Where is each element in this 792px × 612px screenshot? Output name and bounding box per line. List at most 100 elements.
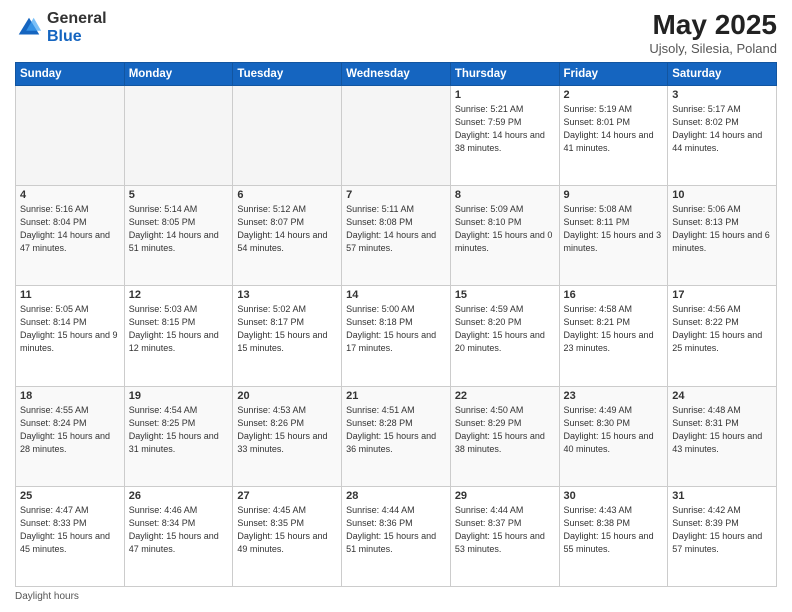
- calendar-week-row: 4 Sunrise: 5:16 AMSunset: 8:04 PMDaylight…: [16, 186, 777, 286]
- day-number: 30: [564, 490, 664, 502]
- day-number: 2: [564, 89, 664, 101]
- table-row: 11Sunrise: 5:05 AMSunset: 8:14 PMDayligh…: [16, 286, 125, 386]
- month-title: May 2025: [649, 10, 777, 41]
- footer: Daylight hours: [15, 591, 777, 602]
- day-info: Sunrise: 4:42 AMSunset: 8:39 PMDaylight:…: [672, 504, 772, 556]
- day-info: Sunrise: 5:11 AMSunset: 8:08 PMDaylight:…: [346, 203, 446, 255]
- table-row: [342, 85, 451, 185]
- day-number: 27: [237, 490, 337, 502]
- page: General Blue May 2025 Ujsoly, Silesia, P…: [0, 0, 792, 612]
- day-info: Sunrise: 4:44 AMSunset: 8:36 PMDaylight:…: [346, 504, 446, 556]
- day-info: Sunrise: 5:14 AMSunset: 8:05 PMDaylight:…: [129, 203, 229, 255]
- col-monday: Monday: [124, 62, 233, 85]
- day-number: 12: [129, 289, 229, 301]
- table-row: 13 Sunrise: 5:02 AMSunset: 8:17 PMDayligh…: [233, 286, 342, 386]
- day-info: Sunrise: 4:47 AMSunset: 8:33 PMDaylight:…: [20, 504, 120, 556]
- table-row: 27 Sunrise: 4:45 AMSunset: 8:35 PMDayligh…: [233, 486, 342, 586]
- day-info: Sunrise: 4:58 AMSunset: 8:21 PMDaylight:…: [564, 303, 664, 355]
- calendar-week-row: 1 Sunrise: 5:21 AMSunset: 7:59 PMDaylight…: [16, 85, 777, 185]
- table-row: 16Sunrise: 4:58 AMSunset: 8:21 PMDayligh…: [559, 286, 668, 386]
- calendar-table: Sunday Monday Tuesday Wednesday Thursday…: [15, 62, 777, 587]
- table-row: 7 Sunrise: 5:11 AMSunset: 8:08 PMDaylight…: [342, 186, 451, 286]
- logo-icon: [15, 14, 43, 42]
- day-number: 18: [20, 390, 120, 402]
- day-info: Sunrise: 4:55 AMSunset: 8:24 PMDaylight:…: [20, 404, 120, 456]
- day-info: Sunrise: 4:50 AMSunset: 8:29 PMDaylight:…: [455, 404, 555, 456]
- table-row: [233, 85, 342, 185]
- day-number: 6: [237, 189, 337, 201]
- day-info: Sunrise: 5:03 AMSunset: 8:15 PMDaylight:…: [129, 303, 229, 355]
- logo-blue-text: Blue: [47, 28, 82, 45]
- day-info: Sunrise: 5:06 AMSunset: 8:13 PMDaylight:…: [672, 203, 772, 255]
- day-number: 7: [346, 189, 446, 201]
- table-row: 8Sunrise: 5:09 AMSunset: 8:10 PMDaylight…: [450, 186, 559, 286]
- day-info: Sunrise: 5:17 AMSunset: 8:02 PMDaylight:…: [672, 103, 772, 155]
- day-info: Sunrise: 4:56 AMSunset: 8:22 PMDaylight:…: [672, 303, 772, 355]
- day-info: Sunrise: 5:16 AMSunset: 8:04 PMDaylight:…: [20, 203, 120, 255]
- day-info: Sunrise: 5:12 AMSunset: 8:07 PMDaylight:…: [237, 203, 337, 255]
- table-row: 29Sunrise: 4:44 AMSunset: 8:37 PMDayligh…: [450, 486, 559, 586]
- calendar-week-row: 18 Sunrise: 4:55 AMSunset: 8:24 PMDayligh…: [16, 386, 777, 486]
- table-row: 5 Sunrise: 5:14 AMSunset: 8:05 PMDaylight…: [124, 186, 233, 286]
- day-info: Sunrise: 4:45 AMSunset: 8:35 PMDaylight:…: [237, 504, 337, 556]
- day-number: 26: [129, 490, 229, 502]
- table-row: 17Sunrise: 4:56 AMSunset: 8:22 PMDayligh…: [668, 286, 777, 386]
- day-number: 25: [20, 490, 120, 502]
- calendar-header-row: Sunday Monday Tuesday Wednesday Thursday…: [16, 62, 777, 85]
- day-number: 8: [455, 189, 555, 201]
- footer-text: Daylight hours: [15, 591, 79, 602]
- table-row: 14 Sunrise: 5:00 AMSunset: 8:18 PMDayligh…: [342, 286, 451, 386]
- day-number: 21: [346, 390, 446, 402]
- col-tuesday: Tuesday: [233, 62, 342, 85]
- day-info: Sunrise: 5:02 AMSunset: 8:17 PMDaylight:…: [237, 303, 337, 355]
- table-row: 26 Sunrise: 4:46 AMSunset: 8:34 PMDayligh…: [124, 486, 233, 586]
- table-row: 12 Sunrise: 5:03 AMSunset: 8:15 PMDayligh…: [124, 286, 233, 386]
- day-info: Sunrise: 5:05 AMSunset: 8:14 PMDaylight:…: [20, 303, 120, 355]
- day-number: 4: [20, 189, 120, 201]
- logo: General Blue: [15, 10, 107, 45]
- day-number: 5: [129, 189, 229, 201]
- day-number: 24: [672, 390, 772, 402]
- day-info: Sunrise: 5:00 AMSunset: 8:18 PMDaylight:…: [346, 303, 446, 355]
- table-row: 19 Sunrise: 4:54 AMSunset: 8:25 PMDayligh…: [124, 386, 233, 486]
- table-row: 4 Sunrise: 5:16 AMSunset: 8:04 PMDaylight…: [16, 186, 125, 286]
- day-info: Sunrise: 4:53 AMSunset: 8:26 PMDaylight:…: [237, 404, 337, 456]
- table-row: 21Sunrise: 4:51 AMSunset: 8:28 PMDayligh…: [342, 386, 451, 486]
- day-number: 31: [672, 490, 772, 502]
- table-row: 20Sunrise: 4:53 AMSunset: 8:26 PMDayligh…: [233, 386, 342, 486]
- table-row: 10 Sunrise: 5:06 AMSunset: 8:13 PMDayligh…: [668, 186, 777, 286]
- col-saturday: Saturday: [668, 62, 777, 85]
- table-row: [16, 85, 125, 185]
- day-number: 19: [129, 390, 229, 402]
- day-number: 28: [346, 490, 446, 502]
- day-number: 1: [455, 89, 555, 101]
- col-thursday: Thursday: [450, 62, 559, 85]
- day-number: 22: [455, 390, 555, 402]
- table-row: 25 Sunrise: 4:47 AMSunset: 8:33 PMDayligh…: [16, 486, 125, 586]
- day-info: Sunrise: 5:08 AMSunset: 8:11 PMDaylight:…: [564, 203, 664, 255]
- table-row: 15Sunrise: 4:59 AMSunset: 8:20 PMDayligh…: [450, 286, 559, 386]
- table-row: 28 Sunrise: 4:44 AMSunset: 8:36 PMDayligh…: [342, 486, 451, 586]
- table-row: 6 Sunrise: 5:12 AMSunset: 8:07 PMDaylight…: [233, 186, 342, 286]
- day-number: 10: [672, 189, 772, 201]
- table-row: 2 Sunrise: 5:19 AMSunset: 8:01 PMDaylight…: [559, 85, 668, 185]
- day-number: 13: [237, 289, 337, 301]
- day-number: 14: [346, 289, 446, 301]
- day-number: 29: [455, 490, 555, 502]
- table-row: 9Sunrise: 5:08 AMSunset: 8:11 PMDaylight…: [559, 186, 668, 286]
- title-block: May 2025 Ujsoly, Silesia, Poland: [649, 10, 777, 56]
- day-info: Sunrise: 5:21 AMSunset: 7:59 PMDaylight:…: [455, 103, 555, 155]
- table-row: 30 Sunrise: 4:43 AMSunset: 8:38 PMDayligh…: [559, 486, 668, 586]
- table-row: 1 Sunrise: 5:21 AMSunset: 7:59 PMDaylight…: [450, 85, 559, 185]
- calendar-week-row: 11Sunrise: 5:05 AMSunset: 8:14 PMDayligh…: [16, 286, 777, 386]
- col-wednesday: Wednesday: [342, 62, 451, 85]
- day-info: Sunrise: 4:54 AMSunset: 8:25 PMDaylight:…: [129, 404, 229, 456]
- header: General Blue May 2025 Ujsoly, Silesia, P…: [15, 10, 777, 56]
- day-info: Sunrise: 5:19 AMSunset: 8:01 PMDaylight:…: [564, 103, 664, 155]
- calendar-week-row: 25 Sunrise: 4:47 AMSunset: 8:33 PMDayligh…: [16, 486, 777, 586]
- day-info: Sunrise: 4:46 AMSunset: 8:34 PMDaylight:…: [129, 504, 229, 556]
- table-row: 31 Sunrise: 4:42 AMSunset: 8:39 PMDayligh…: [668, 486, 777, 586]
- table-row: 18 Sunrise: 4:55 AMSunset: 8:24 PMDayligh…: [16, 386, 125, 486]
- col-sunday: Sunday: [16, 62, 125, 85]
- day-info: Sunrise: 4:43 AMSunset: 8:38 PMDaylight:…: [564, 504, 664, 556]
